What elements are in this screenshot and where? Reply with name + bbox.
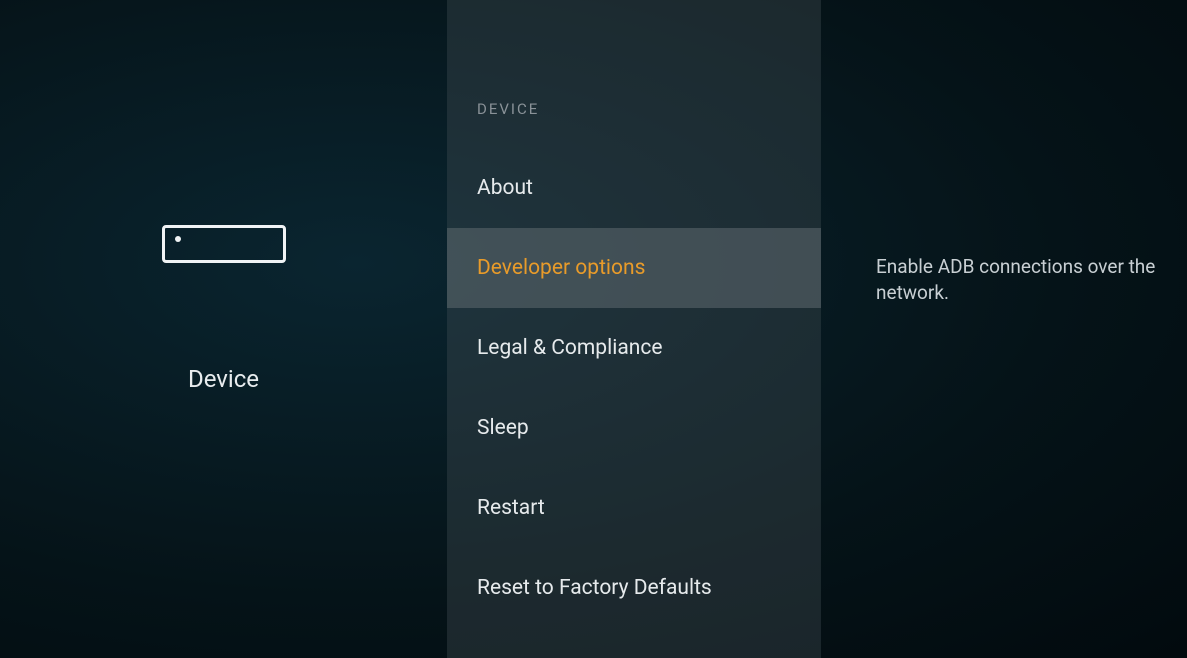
menu-item-restart[interactable]: Restart [447, 468, 821, 548]
menu-item-label: About [477, 176, 533, 200]
category-title: Device [188, 365, 259, 393]
menu-item-reset-factory-defaults[interactable]: Reset to Factory Defaults [447, 548, 821, 628]
menu-item-label: Developer options [477, 256, 645, 280]
device-icon [162, 225, 286, 263]
menu-item-sleep[interactable]: Sleep [447, 388, 821, 468]
menu-item-label: Reset to Factory Defaults [477, 576, 712, 600]
menu-item-label: Sleep [477, 416, 529, 440]
description-text: Enable ADB connections over the network. [876, 254, 1157, 305]
category-panel: Device [0, 0, 447, 658]
menu-panel: DEVICE About Developer options Legal & C… [447, 0, 821, 658]
menu-item-developer-options[interactable]: Developer options [447, 228, 821, 308]
menu-item-label: Legal & Compliance [477, 336, 662, 360]
menu-item-about[interactable]: About [447, 148, 821, 228]
menu-section-header: DEVICE [447, 100, 821, 148]
description-panel: Enable ADB connections over the network. [821, 0, 1187, 658]
menu-item-label: Restart [477, 496, 545, 520]
menu-item-legal-compliance[interactable]: Legal & Compliance [447, 308, 821, 388]
